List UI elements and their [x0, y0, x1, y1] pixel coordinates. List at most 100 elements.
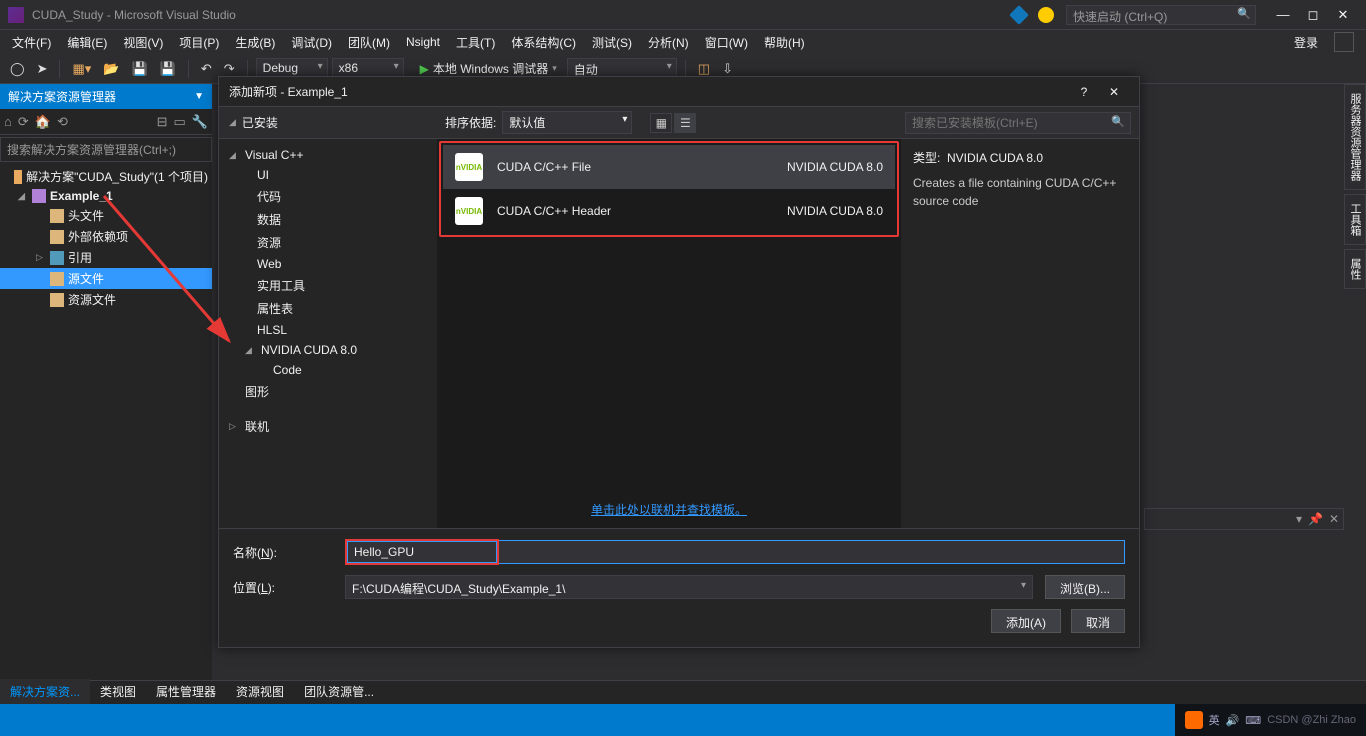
solution-node[interactable]: 解决方案"CUDA_Study"(1 个项目) — [0, 166, 212, 187]
menu-project[interactable]: 项目(P) — [171, 31, 227, 54]
vtab-toolbox[interactable]: 工具箱 — [1344, 194, 1366, 245]
menu-help[interactable]: 帮助(H) — [756, 31, 813, 54]
solution-icon — [14, 170, 22, 184]
dialog-title: 添加新项 - Example_1 — [229, 83, 1069, 100]
dialog-close-button[interactable]: ✕ — [1099, 85, 1129, 99]
tree-source-files[interactable]: 源文件 — [0, 268, 212, 289]
collapse-icon[interactable]: ⊟ — [157, 114, 168, 130]
solution-explorer-title: 解决方案资源管理器 ▼ — [0, 84, 212, 109]
btab-classview[interactable]: 类视图 — [90, 679, 146, 704]
quick-launch-input[interactable]: 快速启动 (Ctrl+Q) — [1066, 5, 1256, 25]
new-project-icon[interactable]: ▦▾ — [68, 59, 95, 79]
menu-file[interactable]: 文件(F) — [4, 31, 59, 54]
menu-nsight[interactable]: Nsight — [398, 32, 448, 52]
btab-solution[interactable]: 解决方案资... — [0, 679, 90, 704]
cat-resource[interactable]: 资源 — [219, 231, 437, 254]
tree-external-deps[interactable]: 外部依赖项 — [0, 226, 212, 247]
menu-analyze[interactable]: 分析(N) — [640, 31, 697, 54]
refresh-icon[interactable]: ⟲ — [57, 114, 68, 130]
cat-visual-cpp[interactable]: ◢Visual C++ — [219, 145, 437, 165]
maximize-button[interactable]: ◻ — [1298, 3, 1328, 27]
panel-dropdown-icon[interactable]: ▼ — [194, 91, 204, 102]
solution-search-input[interactable]: 搜索解决方案资源管理器(Ctrl+;) — [0, 137, 212, 162]
location-label: 位置(L): — [233, 579, 333, 596]
cat-hlsl[interactable]: HLSL — [219, 320, 437, 340]
name-input-extended[interactable] — [499, 540, 1125, 564]
undo-icon[interactable]: ↶ — [197, 59, 216, 79]
tool-icon[interactable]: 🏠 — [35, 114, 51, 130]
cat-propsheet[interactable]: 属性表 — [219, 297, 437, 320]
tray-icon[interactable]: ⌨ — [1245, 714, 1261, 727]
installed-tab[interactable]: ◢已安装 — [219, 114, 437, 131]
avatar-icon[interactable] — [1334, 32, 1354, 52]
browse-button[interactable]: 浏览(B)... — [1045, 575, 1125, 599]
pin-icon[interactable]: 📌 — [1308, 512, 1323, 526]
sort-combo[interactable]: 默认值 — [502, 111, 632, 134]
cat-nvidia-cuda[interactable]: ◢NVIDIA CUDA 8.0 — [219, 340, 437, 360]
home-icon[interactable]: ⌂ — [4, 114, 12, 129]
menu-view[interactable]: 视图(V) — [115, 31, 171, 54]
cat-web[interactable]: Web — [219, 254, 437, 274]
open-file-icon[interactable]: 📂 — [99, 59, 123, 79]
name-highlight — [345, 539, 499, 565]
minimize-button[interactable]: — — [1268, 3, 1298, 27]
view-medium-icons[interactable]: ▦ — [650, 113, 672, 133]
btab-teamexp[interactable]: 团队资源管... — [294, 679, 384, 704]
menu-window[interactable]: 窗口(W) — [697, 31, 756, 54]
cat-nvidia-code[interactable]: Code — [219, 360, 437, 380]
auto-hide-icon[interactable]: ▾ — [1296, 512, 1302, 526]
dialog-help-button[interactable]: ? — [1069, 85, 1099, 99]
nav-back-icon[interactable]: ◯ — [6, 59, 29, 79]
folder-icon — [50, 293, 64, 307]
btab-resview[interactable]: 资源视图 — [226, 679, 294, 704]
notification-icon[interactable] — [1009, 5, 1029, 25]
template-cuda-header[interactable]: nVIDIA CUDA C/C++ Header NVIDIA CUDA 8.0 — [443, 189, 895, 233]
menu-debug[interactable]: 调试(D) — [283, 31, 340, 54]
properties-icon[interactable]: 🔧 — [192, 114, 208, 130]
template-details: 类型: NVIDIA CUDA 8.0 Creates a file conta… — [901, 139, 1139, 528]
cat-data[interactable]: 数据 — [219, 208, 437, 231]
menu-build[interactable]: 生成(B) — [227, 31, 283, 54]
ime-lang[interactable]: 英 — [1209, 712, 1220, 728]
tray-icon[interactable]: 🔊 — [1226, 714, 1240, 727]
nvidia-icon: nVIDIA — [455, 153, 483, 181]
menu-edit[interactable]: 编辑(E) — [59, 31, 115, 54]
tree-headers[interactable]: 头文件 — [0, 205, 212, 226]
cancel-button[interactable]: 取消 — [1071, 609, 1125, 633]
name-input[interactable] — [347, 541, 497, 563]
dialog-toolbar: ◢已安装 排序依据: 默认值 ▦ ☰ — [219, 107, 1139, 139]
vtab-server-explorer[interactable]: 服务器资源管理器 — [1344, 84, 1366, 190]
view-details[interactable]: ☰ — [674, 113, 696, 133]
sogou-icon[interactable] — [1185, 711, 1203, 729]
menu-tools[interactable]: 工具(T) — [448, 31, 503, 54]
close-button[interactable]: ✕ — [1328, 3, 1358, 27]
feedback-icon[interactable] — [1038, 7, 1054, 23]
cat-graphics[interactable]: 图形 — [219, 380, 437, 403]
sync-icon[interactable]: ⟳ — [18, 114, 29, 130]
save-icon[interactable]: 💾 — [127, 59, 151, 79]
nav-fwd-icon[interactable]: ➤ — [33, 59, 52, 79]
location-combo[interactable]: F:\CUDA编程\CUDA_Study\Example_1\ — [345, 575, 1033, 599]
show-all-icon[interactable]: ▭ — [174, 114, 186, 130]
menu-team[interactable]: 团队(M) — [340, 31, 398, 54]
save-all-icon[interactable]: 💾 — [156, 59, 180, 79]
cat-online[interactable]: ▷联机 — [219, 415, 437, 438]
menu-test[interactable]: 测试(S) — [584, 31, 640, 54]
tree-references[interactable]: ▷引用 — [0, 247, 212, 268]
online-templates-link[interactable]: 单击此处以联机并查找模板。 — [437, 491, 901, 528]
template-search[interactable] — [905, 112, 1131, 134]
template-cuda-file[interactable]: nVIDIA CUDA C/C++ File NVIDIA CUDA 8.0 — [443, 145, 895, 189]
template-search-input[interactable] — [905, 112, 1131, 134]
btab-propmgr[interactable]: 属性管理器 — [146, 679, 226, 704]
add-button[interactable]: 添加(A) — [991, 609, 1061, 633]
project-node[interactable]: ◢Example_1 — [0, 187, 212, 205]
vtab-properties[interactable]: 属性 — [1344, 249, 1366, 289]
cat-code[interactable]: 代码 — [219, 185, 437, 208]
tree-resource-files[interactable]: 资源文件 — [0, 289, 212, 310]
menu-architecture[interactable]: 体系结构(C) — [503, 31, 584, 54]
watermark: CSDN @Zhi Zhao — [1267, 714, 1356, 726]
login-link[interactable]: 登录 — [1284, 31, 1328, 54]
close-panel-icon[interactable]: ✕ — [1329, 512, 1339, 526]
cat-utility[interactable]: 实用工具 — [219, 274, 437, 297]
cat-ui[interactable]: UI — [219, 165, 437, 185]
